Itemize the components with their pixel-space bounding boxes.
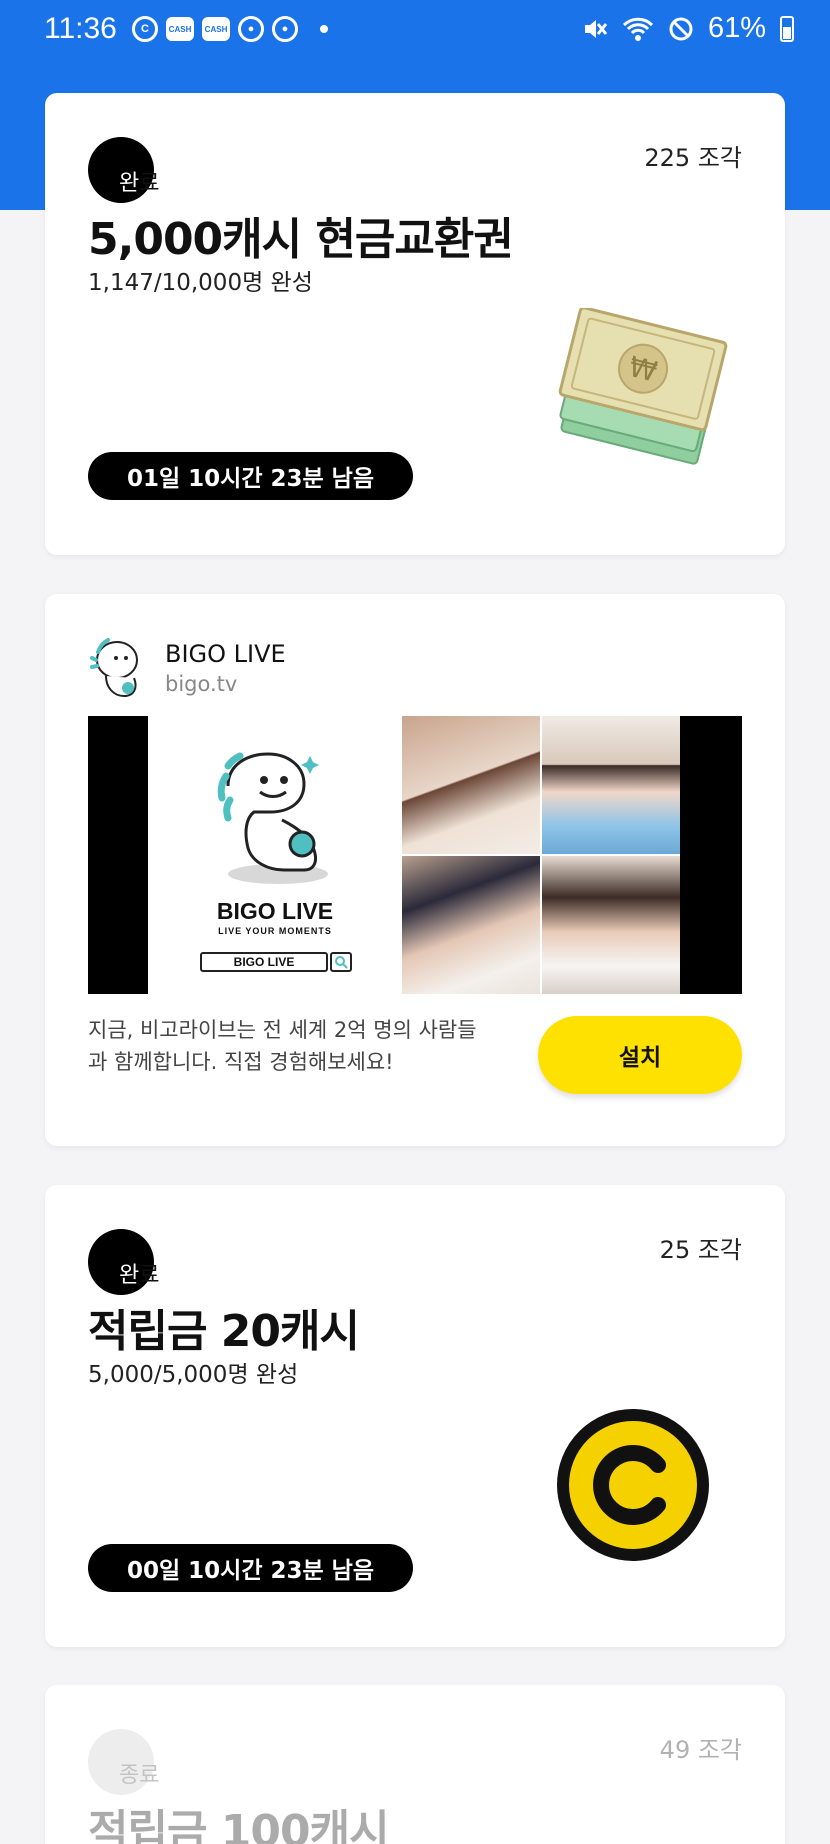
dnd-icon	[669, 17, 693, 40]
event-progress: 5,000/5,000명 완성	[88, 1362, 299, 1388]
battery-percent: 61%	[707, 12, 766, 44]
status-badge-label: 완료	[119, 1263, 160, 1288]
banner-tagline: LIVE YOUR MOMENTS	[218, 926, 332, 936]
c-icon: C	[132, 16, 158, 42]
banner-photo	[542, 716, 680, 854]
ad-description: 지금, 비고라이브는 전 세계 2억 명의 사람들과 함께합니다. 직접 경험해…	[88, 1018, 477, 1074]
banner-photo	[402, 716, 540, 854]
circle-icon: ●	[238, 16, 264, 42]
banner-search-box: BIGO LIVE	[200, 952, 328, 972]
bigo-live-logo	[90, 638, 138, 698]
wifi-icon	[622, 17, 654, 41]
time-remaining: 01일 10시간 23분 남음	[88, 452, 413, 500]
status-bar: 11:36 C CASH CASH ● ● 61%	[0, 0, 830, 60]
banner-search-icon	[330, 952, 352, 972]
banner-photo	[402, 856, 540, 994]
ad-banner-image[interactable]: BIGO LIVE LIVE YOUR MOMENTS BIGO LIVE	[88, 716, 742, 994]
status-badge-label: 완료	[119, 171, 160, 196]
event-card[interactable]: 완료 225 조각 5,000캐시 현금교환권 1,147/10,000명 완성…	[45, 93, 785, 555]
pieces-count: 225 조각	[644, 144, 742, 172]
pieces-count: 25 조각	[659, 1236, 742, 1264]
status-badge-label: 종료	[119, 1763, 160, 1788]
time-remaining: 00일 10시간 23분 남음	[88, 1544, 413, 1592]
circle-icon: ●	[272, 16, 298, 42]
event-title: 적립금 100캐시	[88, 1806, 390, 1844]
banner-brand-text: BIGO LIVE	[216, 898, 334, 924]
ad-card[interactable]: BIGO LIVE bigo.tv BIGO LIVE LIVE YOUR MO…	[45, 594, 785, 1146]
cash-icon: CASH	[202, 17, 230, 41]
event-progress: 1,147/10,000명 완성	[88, 270, 313, 296]
banner-photo	[542, 856, 680, 994]
banner-photo-grid	[402, 716, 680, 994]
install-button[interactable]: 설치	[538, 1016, 742, 1094]
event-card[interactable]: 종료 49 조각 적립금 100캐시	[45, 1685, 785, 1844]
event-title: 5,000캐시 현금교환권	[88, 214, 514, 265]
coin-c-icon	[557, 1409, 709, 1561]
battery-icon	[780, 15, 794, 42]
ad-advertiser-name: BIGO LIVE	[165, 640, 286, 668]
system-icons: 61%	[582, 12, 794, 45]
pieces-count: 49 조각	[659, 1736, 742, 1764]
bigo-mascot-icon	[217, 752, 328, 884]
ad-domain: bigo.tv	[165, 672, 238, 696]
mute-icon	[584, 19, 608, 38]
banner-search-text: BIGO LIVE	[233, 955, 295, 969]
notification-icons: C CASH CASH ● ●	[132, 16, 328, 42]
more-notifications-dot	[320, 25, 328, 33]
money-bills-icon: ₩	[558, 308, 728, 465]
status-time: 11:36	[44, 12, 117, 45]
event-title: 적립금 20캐시	[88, 1306, 360, 1357]
cash-icon: CASH	[166, 17, 194, 41]
banner-brand-panel: BIGO LIVE LIVE YOUR MOMENTS BIGO LIVE	[148, 716, 402, 994]
event-card[interactable]: 완료 25 조각 적립금 20캐시 5,000/5,000명 완성 00일 10…	[45, 1185, 785, 1647]
